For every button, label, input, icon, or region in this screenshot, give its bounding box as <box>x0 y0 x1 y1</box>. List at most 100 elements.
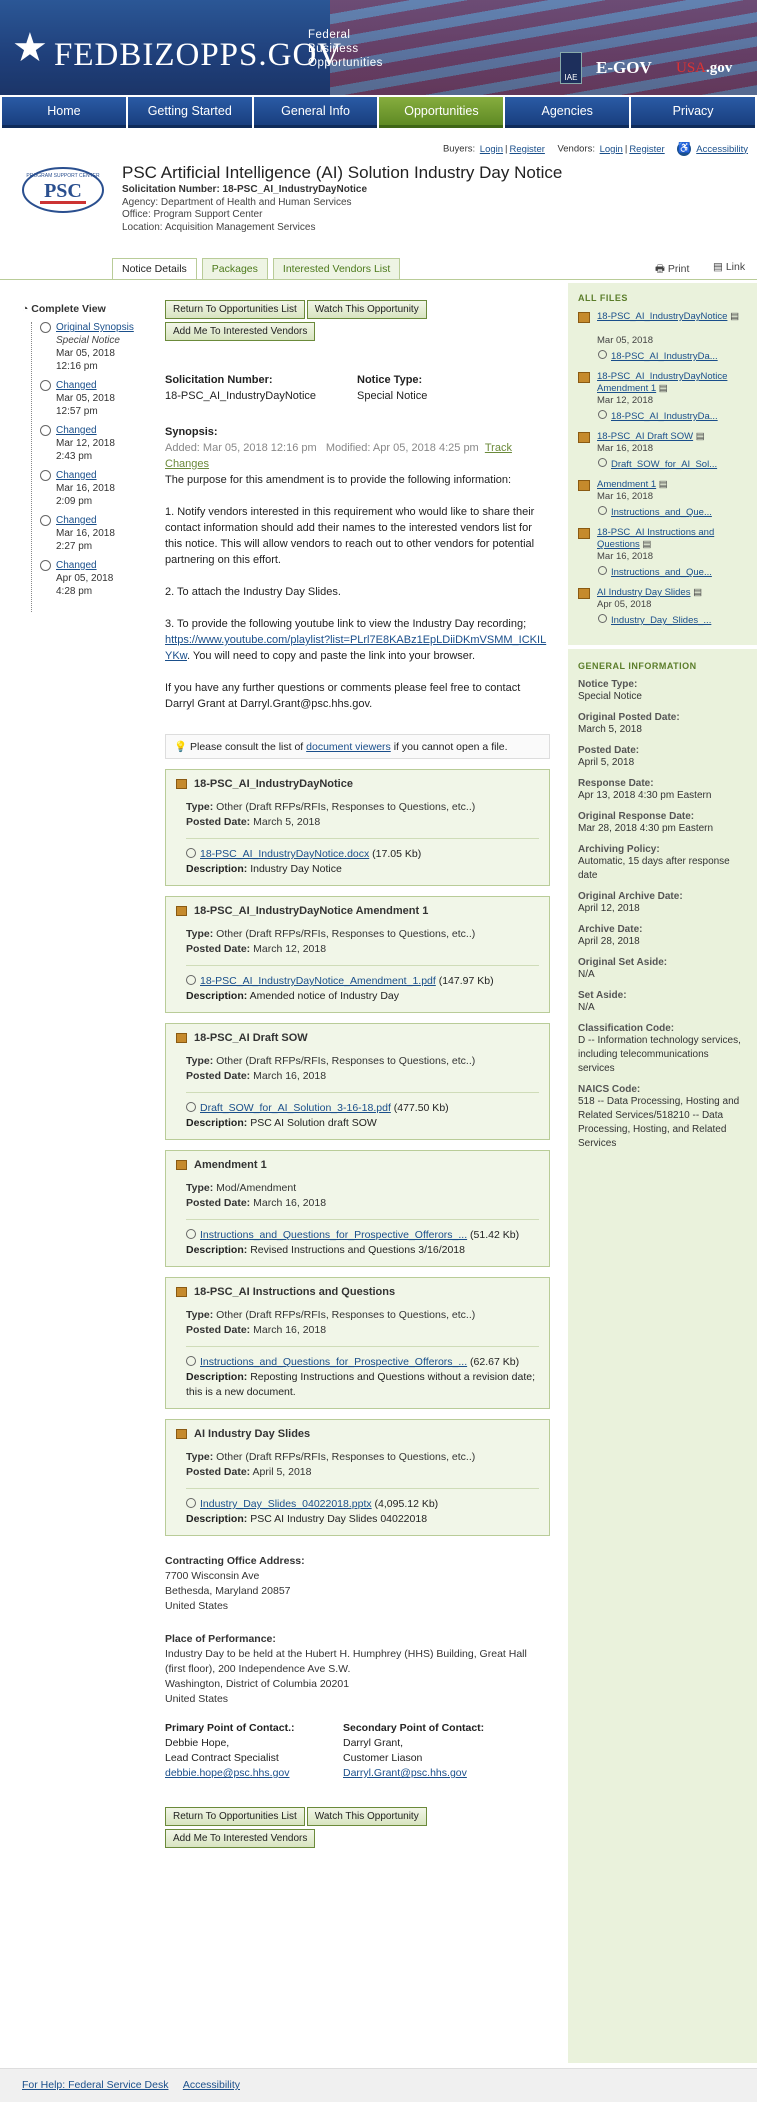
contact-email-link[interactable]: debbie.hope@psc.hhs.gov <box>165 1767 290 1779</box>
description-label: Description: <box>186 1371 248 1383</box>
history-sub: Special Notice <box>56 335 120 346</box>
tab-notice-details[interactable]: Notice Details <box>112 258 197 280</box>
site-tagline: Federal Business Opportunities <box>308 28 383 70</box>
document-package: 18-PSC_AI Instructions and Questions Typ… <box>165 1277 550 1409</box>
buyers-register-link[interactable]: Register <box>510 144 545 155</box>
nav-home[interactable]: Home <box>2 97 126 128</box>
egov-logo[interactable]: E-GOV <box>596 58 652 78</box>
file-date: Mar 16, 2018 <box>597 491 653 502</box>
description-value: PSC AI Solution draft SOW <box>250 1117 377 1129</box>
posted-value: March 16, 2018 <box>253 1197 327 1209</box>
history-link[interactable]: Changed <box>56 470 97 481</box>
nav-general-info[interactable]: General Info <box>253 97 378 128</box>
file-attachment-link[interactable]: 18-PSC_AI_IndustryDa... <box>611 411 718 422</box>
description-label: Description: <box>186 990 248 1002</box>
file-download-link[interactable]: 18-PSC_AI_IndustryDayNotice_Amendment_1.… <box>200 975 436 987</box>
print-button[interactable]: 🖶 Print <box>655 261 689 279</box>
file-link[interactable]: AI Industry Day Slides <box>597 587 690 598</box>
info-label: Notice Type: <box>578 679 638 690</box>
document-package: AI Industry Day Slides Type: Other (Draf… <box>165 1419 550 1536</box>
tagline-line: Business <box>308 43 359 55</box>
contact-title: Customer Liason <box>343 1752 423 1764</box>
tab-packages[interactable]: Packages <box>201 258 268 280</box>
file-attachment-link[interactable]: Instructions_and_Que... <box>611 567 712 578</box>
paragraph-text: 3. To provide the following youtube link… <box>165 618 527 630</box>
description-value: PSC AI Industry Day Slides 04022018 <box>250 1513 428 1525</box>
notice-icon <box>598 458 607 467</box>
file-attachment-link[interactable]: Industry_Day_Slides_... <box>611 615 711 626</box>
link-button[interactable]: ▤ Link <box>713 261 745 273</box>
file-date: Mar 16, 2018 <box>597 443 653 454</box>
history-link[interactable]: Changed <box>56 515 97 526</box>
site-logo[interactable]: FEDBIZOPPS.GOV <box>54 38 342 72</box>
history-link[interactable]: Changed <box>56 560 97 571</box>
synopsis-dates: Added: Mar 05, 2018 12:16 pm Modified: A… <box>165 440 550 472</box>
contact-name: Debbie Hope, <box>165 1737 230 1749</box>
added-date: Added: Mar 05, 2018 12:16 pm <box>165 442 317 454</box>
primary-contact: Primary Point of Contact.: Debbie Hope, … <box>165 1721 343 1781</box>
complete-view-title[interactable]: ◔ Complete View <box>22 303 152 315</box>
synopsis-paragraph: If you have any further questions or com… <box>165 682 521 710</box>
file-attachment-link[interactable]: Draft_SOW_for_AI_Sol... <box>611 459 717 470</box>
history-date: Mar 16, 2018 <box>56 528 115 539</box>
nav-agencies[interactable]: Agencies <box>505 97 630 128</box>
buyers-login-link[interactable]: Login <box>480 144 503 155</box>
type-value: Other (Draft RFPs/RFIs, Responses to Que… <box>216 1055 476 1067</box>
file-link[interactable]: 18-PSC_AI_IndustryDayNotice <box>597 311 727 322</box>
help-desk-link[interactable]: For Help: Federal Service Desk <box>22 2079 168 2091</box>
info-value: April 28, 2018 <box>578 936 640 947</box>
history-time: 4:28 pm <box>56 586 93 597</box>
description-label: Description: <box>186 1117 248 1129</box>
file-link[interactable]: 18-PSC_AI Draft SOW <box>597 431 693 442</box>
history-link[interactable]: Original Synopsis <box>56 322 134 333</box>
notice-icon <box>40 470 51 481</box>
type-label: Type: <box>186 1451 214 1463</box>
history-link[interactable]: Changed <box>56 380 97 391</box>
watch-opportunity-button[interactable]: Watch This Opportunity <box>306 300 427 319</box>
nav-opportunities[interactable]: Opportunities <box>379 97 504 128</box>
notice-icon <box>40 515 51 526</box>
usagov-logo-b: .gov <box>706 60 733 76</box>
history-link[interactable]: Changed <box>56 425 97 436</box>
vendors-login-link[interactable]: Login <box>600 144 623 155</box>
type-label: Type: <box>186 928 214 940</box>
watch-opportunity-button[interactable]: Watch This Opportunity <box>306 1807 427 1826</box>
contact-email-link[interactable]: Darryl.Grant@psc.hhs.gov <box>343 1767 467 1779</box>
attachment-icon <box>186 1498 196 1508</box>
notice-tabs: Notice Details Packages Interested Vendo… <box>112 258 401 280</box>
synopsis-paragraph: 2. To attach the Industry Day Slides. <box>165 586 341 598</box>
tagline-line: Federal <box>308 29 351 41</box>
accessibility-link[interactable]: Accessibility <box>696 144 748 155</box>
usagov-logo[interactable]: USA.gov <box>676 60 732 77</box>
file-download-link[interactable]: Industry_Day_Slides_04022018.pptx <box>200 1498 372 1510</box>
complete-view-nav: ◔ Complete View Original Synopsis Special… <box>22 303 152 604</box>
history-date: Mar 12, 2018 <box>56 438 115 449</box>
history-item: Changed Mar 16, 2018 2:27 pm <box>22 514 152 553</box>
file-attachment-link[interactable]: Instructions_and_Que... <box>611 507 712 518</box>
iae-logo[interactable]: IAE <box>560 52 582 84</box>
file-size: (4,095.12 Kb) <box>374 1498 439 1510</box>
file-link[interactable]: 18-PSC_AI Instructions and Questions <box>597 527 714 550</box>
document-viewers-link[interactable]: document viewers <box>306 741 391 753</box>
file-download-link[interactable]: 18-PSC_AI_IndustryDayNotice.docx <box>200 848 369 860</box>
package-icon <box>176 1429 187 1439</box>
nav-privacy[interactable]: Privacy <box>631 97 755 128</box>
add-interested-vendor-button[interactable]: Add Me To Interested Vendors <box>165 1829 316 1848</box>
file-attachment-link[interactable]: 18-PSC_AI_IndustryDa... <box>611 351 718 362</box>
return-to-list-button[interactable]: Return To Opportunities List <box>165 1807 305 1826</box>
file-link[interactable]: Amendment 1 <box>597 479 656 490</box>
nav-getting-started[interactable]: Getting Started <box>127 97 252 128</box>
vendors-register-link[interactable]: Register <box>629 144 664 155</box>
info-value: D -- Information technology services, in… <box>578 1035 741 1074</box>
return-to-list-button[interactable]: Return To Opportunities List <box>165 300 305 319</box>
file-item: 18-PSC_AI Instructions and Questions ▤ Ma… <box>578 527 747 579</box>
add-interested-vendor-button[interactable]: Add Me To Interested Vendors <box>165 322 316 341</box>
tab-interested-vendors[interactable]: Interested Vendors List <box>272 258 401 280</box>
file-download-link[interactable]: Draft_SOW_for_AI_Solution_3-16-18.pdf <box>200 1102 391 1114</box>
file-download-link[interactable]: Instructions_and_Questions_for_Prospecti… <box>200 1356 467 1368</box>
package-icon <box>176 906 187 916</box>
footer-accessibility-link[interactable]: Accessibility <box>183 2079 240 2091</box>
address-line: 7700 Wisconsin Ave <box>165 1570 260 1582</box>
file-download-link[interactable]: Instructions_and_Questions_for_Prospecti… <box>200 1229 467 1241</box>
info-label: NAICS Code: <box>578 1084 641 1095</box>
